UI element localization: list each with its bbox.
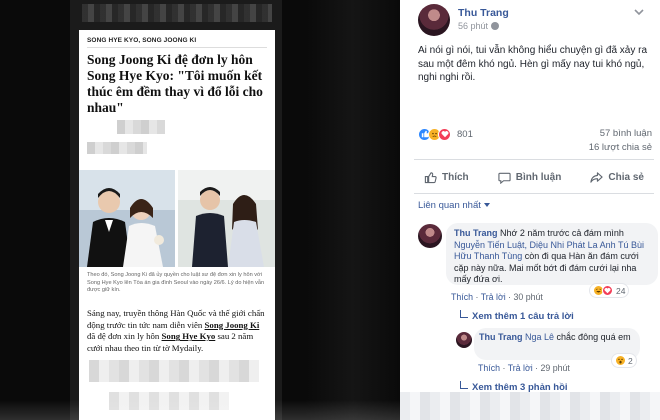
love-reaction-icon xyxy=(602,285,613,296)
photo-viewer[interactable]: SONG HYE KYO, SONG JOONG KI Song Joong K… xyxy=(0,0,400,420)
comment-reply-link[interactable]: Trả lời xyxy=(481,292,506,302)
love-reaction-icon xyxy=(438,127,451,141)
chevron-down-icon[interactable] xyxy=(634,7,644,17)
post-time-text[interactable]: 56 phút xyxy=(458,21,488,31)
reply-mention[interactable]: Nga Lê xyxy=(525,332,554,342)
thumbs-up-icon xyxy=(424,171,437,183)
reaction-summary[interactable]: 801 xyxy=(418,127,473,141)
like-button[interactable]: Thích xyxy=(414,171,479,184)
blurred-status-bar xyxy=(82,4,272,22)
comment-reaction-badge[interactable]: 24 xyxy=(590,284,629,297)
caret-down-icon xyxy=(483,203,490,207)
reply-arrow-icon xyxy=(460,381,468,389)
view-replies-label[interactable]: Xem thêm 1 câu trả lời xyxy=(472,311,574,322)
reply-reply-link[interactable]: Trả lời xyxy=(508,363,533,373)
post-timestamp[interactable]: 56 phút xyxy=(458,21,500,31)
reaction-count[interactable]: 801 xyxy=(457,129,473,140)
blurred-text xyxy=(87,142,147,154)
article-body: Sáng nay, truyền thông Hàn Quốc và thế g… xyxy=(87,308,269,354)
comment-author-name[interactable]: Thu Trang xyxy=(454,228,498,238)
reply-meta: Thích · Trả lời · 29 phút xyxy=(478,363,570,373)
article-headline: Song Joong Ki đệ đơn ly hôn Song Hye Kyo… xyxy=(87,52,263,115)
article-link-song-hye-kyo: Song Hye Kyo xyxy=(161,331,216,342)
article-link-song-joong-ki: Song Joong Ki xyxy=(204,319,260,330)
blurred-comment-input xyxy=(400,392,660,420)
reply-time[interactable]: 29 phút xyxy=(541,363,570,373)
heart-icon xyxy=(441,131,448,138)
reply-body-text: chắc đông quá em xyxy=(554,332,631,342)
blurred-ad xyxy=(89,360,259,382)
comment-like-link[interactable]: Thích xyxy=(451,292,473,302)
wow-reaction-icon xyxy=(615,355,626,366)
viewer-bottom-fade xyxy=(0,400,400,420)
reply-like-link[interactable]: Thích xyxy=(478,363,500,373)
article-photo-couple-2 xyxy=(178,170,275,267)
photo-caption: Theo đó, Song Joong Ki đã ủy quyền cho l… xyxy=(87,272,265,294)
comment-text: Thu Trang Nhớ 2 năm trước cả đám mình Ng… xyxy=(454,228,654,286)
avatar[interactable] xyxy=(418,4,450,36)
like-button-label: Thích xyxy=(442,171,469,183)
share-arrow-icon xyxy=(590,171,604,183)
comment-button-label: Bình luận xyxy=(515,171,562,183)
post-author-name[interactable]: Thu Trang xyxy=(458,7,509,19)
globe-icon xyxy=(491,22,500,30)
comments-count[interactable]: 57 bình luận xyxy=(600,128,652,139)
blurred-text xyxy=(117,120,165,134)
reply-author-name[interactable]: Thu Trang xyxy=(479,332,523,342)
view-replies-link[interactable]: Xem thêm 1 câu trả lời xyxy=(460,310,574,322)
comment-bubble-icon xyxy=(498,172,511,184)
shares-count[interactable]: 16 lượt chia sẻ xyxy=(589,142,652,153)
wedding-photo-illustration xyxy=(79,170,175,267)
reply-reaction-count: 2 xyxy=(628,355,633,366)
reply-avatar[interactable] xyxy=(456,332,472,348)
reply-reaction-badge[interactable]: 2 xyxy=(612,354,636,367)
reply-arrow-icon xyxy=(460,310,468,318)
article-body-text: đã đệ đơn xin ly hôn xyxy=(87,331,162,342)
comment-button[interactable]: Bình luận xyxy=(488,171,572,184)
comment-sort-dropdown[interactable]: Liên quan nhất xyxy=(418,200,490,211)
comment-time[interactable]: 30 phút xyxy=(514,292,543,302)
couple-photo-illustration xyxy=(178,170,275,267)
surprised-face-icon xyxy=(618,358,623,364)
comment-meta: Thích · Trả lời · 30 phút xyxy=(451,292,543,302)
divider xyxy=(414,159,654,160)
comment-reaction-count: 24 xyxy=(616,285,626,296)
post-text: Ai nói gì nói, tui vẫn không hiểu chuyện… xyxy=(418,45,648,83)
heart-icon xyxy=(604,288,611,294)
share-button-label: Chia sẻ xyxy=(608,171,644,183)
post-actions-bar: Thích Bình luận Chia sẻ xyxy=(414,163,654,191)
comment-avatar[interactable] xyxy=(418,224,442,248)
article-photo-couple xyxy=(79,170,175,267)
comment-body-text: Nhớ 2 năm trước cả đám mình xyxy=(500,228,624,238)
comment-sort-label[interactable]: Liên quan nhất xyxy=(418,200,481,211)
share-button[interactable]: Chia sẻ xyxy=(580,171,654,184)
divider xyxy=(414,193,654,194)
article-screenshot: SONG HYE KYO, SONG JOONG KI Song Joong K… xyxy=(79,30,275,420)
divider xyxy=(87,47,267,48)
article-tags: SONG HYE KYO, SONG JOONG KI xyxy=(87,37,197,44)
reply-text: Thu Trang Nga Lê chắc đông quá em xyxy=(479,332,635,344)
viewer-background xyxy=(306,0,400,420)
